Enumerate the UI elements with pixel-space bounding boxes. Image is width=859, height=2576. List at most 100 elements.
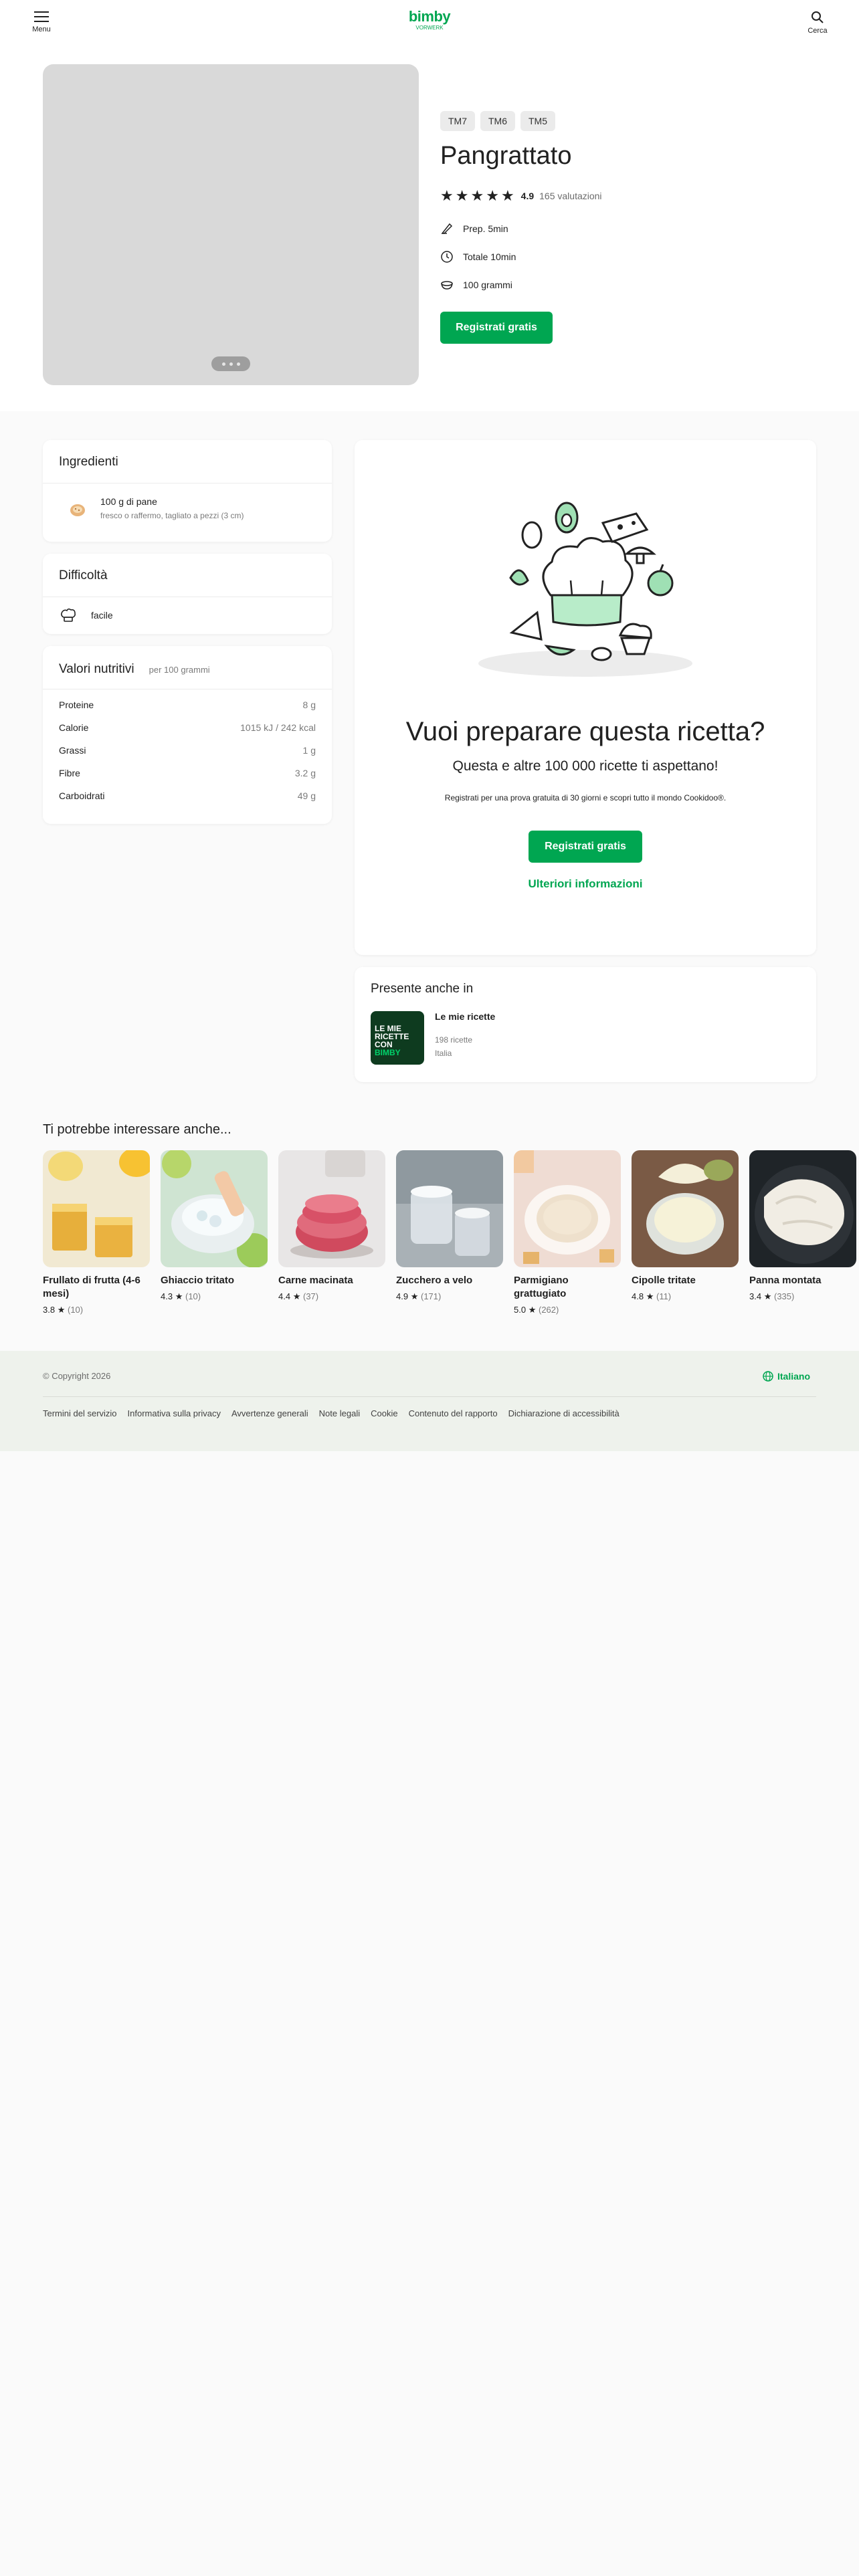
footer-link[interactable]: Termini del servizio: [43, 1408, 117, 1418]
divider: [43, 483, 332, 484]
recipe-card-image: [43, 1150, 150, 1267]
ingredient-item[interactable]: 100 g di pane fresco o raffermo, tagliat…: [59, 496, 244, 520]
language-selector[interactable]: Italiano: [763, 1371, 810, 1382]
recipe-card-rating: 4.8 ★ (11): [632, 1291, 739, 1302]
footer-link[interactable]: Cookie: [371, 1408, 397, 1418]
rating-count: (171): [420, 1291, 442, 1301]
chef-hat-illustration: [478, 502, 692, 677]
search-button[interactable]: Cerca: [797, 11, 838, 35]
recipe-card-rating: 3.8 ★ (10): [43, 1305, 150, 1315]
recipe-card[interactable]: Parmigiano grattugiato 5.0 ★ (262): [514, 1150, 621, 1315]
top-header: Menu bimby VORWERK Cerca: [0, 0, 859, 47]
difficulty-level: facile: [59, 606, 113, 625]
nutrition-label: Carboidrati: [59, 790, 105, 801]
recipe-card-name: Parmigiano grattugiato: [514, 1275, 569, 1299]
menu-button[interactable]: Menu: [21, 11, 62, 33]
page-footer: © Copyright 2026 Italiano Termini del se…: [0, 1351, 859, 1451]
ingredient-name: 100 g di pane: [100, 496, 157, 507]
recipe-card-image: [632, 1150, 739, 1267]
promo-register-button[interactable]: Registrati gratis: [529, 831, 642, 863]
rating-value: 5.0: [514, 1305, 527, 1315]
footer-link[interactable]: Informativa sulla privacy: [128, 1408, 221, 1418]
footer-link[interactable]: Contenuto del rapporto: [409, 1408, 498, 1418]
nutrition-row: Calorie 1015 kJ / 242 kcal: [59, 722, 316, 733]
chef-hat-icon: [61, 608, 76, 622]
footer-divider: [43, 1396, 816, 1397]
image-loading-indicator: [211, 356, 250, 371]
more-info-link[interactable]: Ulteriori informazioni: [355, 877, 816, 891]
recipe-card-name: Carne macinata: [278, 1275, 353, 1286]
recipe-card-name: Panna montata: [749, 1275, 822, 1286]
menu-label: Menu: [32, 25, 51, 33]
prep-time-text: Prep. 5min: [463, 223, 508, 234]
rating-count: (335): [773, 1291, 795, 1301]
rating-value: 4.3: [161, 1291, 173, 1301]
search-label: Cerca: [807, 27, 828, 35]
recipe-card[interactable]: Frullato di frutta (4-6 mesi) 3.8 ★ (10): [43, 1150, 150, 1315]
recipe-card-rating: 4.3 ★ (10): [161, 1291, 268, 1302]
nutrition-value: 1015 kJ / 242 kcal: [240, 722, 316, 733]
rating-value: 4.9: [396, 1291, 409, 1301]
footer-link[interactable]: Note legali: [319, 1408, 360, 1418]
nutrition-label: Fibre: [59, 768, 80, 778]
nutrition-row: Carboidrati 49 g: [59, 790, 316, 801]
ingredients-title: Ingredienti: [59, 455, 118, 469]
recipe-card-image: [161, 1150, 268, 1267]
recipe-rating[interactable]: ★ ★ ★ ★ ★ 4.9 165 valutazioni: [440, 189, 602, 203]
difficulty-title: Difficoltà: [59, 568, 108, 582]
recipe-card[interactable]: Panna montata 3.4 ★ (335): [749, 1150, 856, 1302]
recipe-title: Pangrattato: [440, 142, 572, 170]
rating-count: (11): [656, 1291, 672, 1301]
bowl-icon: [441, 281, 453, 290]
star-icon: ★: [646, 1291, 654, 1301]
thumbnail-text: BIMBY: [375, 1048, 401, 1057]
nutrition-value: 8 g: [302, 700, 316, 710]
knife-icon: [441, 223, 453, 234]
recipe-card-image: [749, 1150, 856, 1267]
recipe-card[interactable]: Carne macinata 4.4 ★ (37): [278, 1150, 385, 1302]
nutrition-card: Valori nutritivi per 100 grammi Proteine…: [43, 646, 332, 824]
collection-item[interactable]: LE MIE RICETTE CON BIMBY Le mie ricette …: [371, 1011, 495, 1065]
rating-count: (262): [538, 1305, 559, 1315]
rating-value: 4.9: [520, 191, 535, 201]
bimby-logo[interactable]: bimby VORWERK: [401, 9, 458, 31]
bread-icon: [70, 504, 85, 516]
rating-count: (10): [185, 1291, 201, 1301]
collection-count: 198 ricette: [435, 1035, 473, 1045]
recipe-yield: 100 grammi: [440, 278, 512, 292]
recipe-card-image: [278, 1150, 385, 1267]
device-chip[interactable]: TM7: [440, 111, 475, 131]
star-icon: ★: [175, 1291, 183, 1301]
nutrition-label: Grassi: [59, 745, 86, 756]
collection-name: Le mie ricette: [435, 1011, 496, 1022]
rating-value: 3.4: [749, 1291, 762, 1301]
recipe-card[interactable]: Ghiaccio tritato 4.3 ★ (10): [161, 1150, 268, 1302]
ingredient-description: fresco o raffermo, tagliato a pezzi (3 c…: [100, 511, 244, 520]
nutrition-value: 1 g: [302, 745, 316, 756]
prep-time: Prep. 5min: [440, 222, 508, 235]
star-icon: ★: [500, 187, 514, 204]
nutrition-row: Grassi 1 g: [59, 745, 316, 756]
footer-link[interactable]: Avvertenze generali: [231, 1408, 308, 1418]
nutrition-value: 49 g: [297, 790, 316, 801]
rating-value: 3.8: [43, 1305, 56, 1315]
recommendations-title: Ti potrebbe interessare anche...: [43, 1122, 231, 1137]
star-icon: ★: [57, 1305, 66, 1315]
also-in-title: Presente anche in: [371, 982, 474, 996]
nutrition-title: Valori nutritivi: [59, 662, 134, 676]
register-button[interactable]: Registrati gratis: [440, 312, 553, 344]
recipe-card[interactable]: Zucchero a velo 4.9 ★ (171): [396, 1150, 503, 1302]
star-icon: ★: [292, 1291, 301, 1301]
recipe-image-placeholder[interactable]: [43, 64, 419, 385]
rating-count: 165 valutazioni: [539, 191, 602, 201]
rating-count: (37): [302, 1291, 319, 1301]
star-icon: ★: [455, 187, 469, 204]
recipe-card[interactable]: Cipolle tritate 4.8 ★ (11): [632, 1150, 739, 1302]
device-chip[interactable]: TM5: [520, 111, 555, 131]
footer-links: Termini del servizio Informativa sulla p…: [43, 1408, 619, 1418]
language-label: Italiano: [777, 1371, 811, 1382]
recipe-card-name: Frullato di frutta (4-6 mesi): [43, 1275, 140, 1299]
footer-link[interactable]: Dichiarazione di accessibilità: [508, 1408, 619, 1418]
nutrition-label: Calorie: [59, 722, 89, 733]
device-chip[interactable]: TM6: [480, 111, 515, 131]
